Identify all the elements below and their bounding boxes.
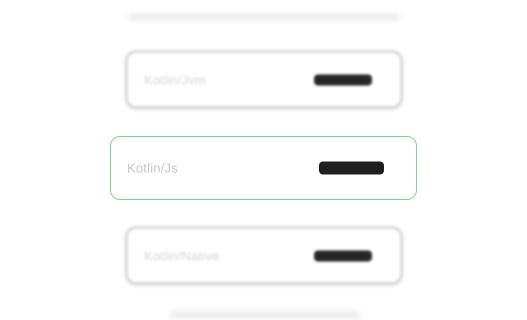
picker-item-value-redacted xyxy=(314,74,372,85)
picker-item-edge-top[interactable] xyxy=(128,0,400,20)
wheel-picker[interactable]: Kotlin/Jvm Kotlin/Js Kotlin/Native xyxy=(0,0,527,320)
edge-top-outline xyxy=(128,14,400,20)
picker-item[interactable]: Kotlin/Native xyxy=(126,227,402,284)
picker-item-label: Kotlin/Jvm xyxy=(144,72,206,87)
picker-item-label: Kotlin/Native xyxy=(144,248,220,263)
picker-item-value-redacted xyxy=(314,250,372,261)
picker-item-selected[interactable]: Kotlin/Js xyxy=(110,136,417,200)
picker-item-edge-bottom[interactable] xyxy=(170,312,360,320)
picker-item-value-redacted xyxy=(319,161,384,175)
picker-item[interactable]: Kotlin/Jvm xyxy=(126,51,402,108)
edge-bottom-outline xyxy=(170,312,360,318)
picker-item-label: Kotlin/Js xyxy=(127,160,178,176)
